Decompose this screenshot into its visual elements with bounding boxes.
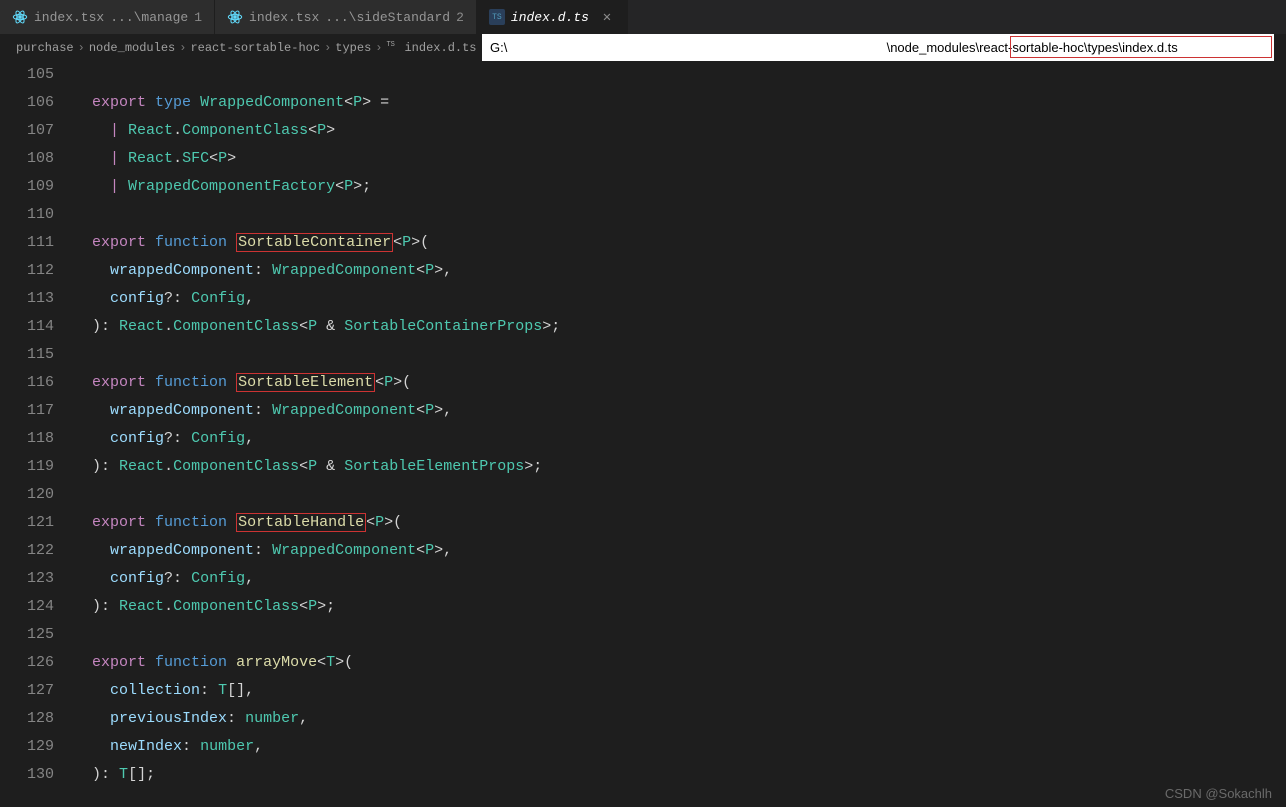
code-line (74, 61, 1286, 89)
chevron-right-icon: › (324, 41, 331, 55)
code-line: wrappedComponent: WrappedComponent<P>, (74, 257, 1286, 285)
crumb-node-modules[interactable]: node_modules (89, 41, 175, 55)
line-number: 127 (0, 677, 54, 705)
crumb-file[interactable]: index.d.ts (404, 41, 476, 55)
line-number: 116 (0, 369, 54, 397)
tab-index-sidestandard[interactable]: index.tsx ...\sideStandard 2 (215, 0, 477, 34)
code-line (74, 201, 1286, 229)
code-line: config?: Config, (74, 285, 1286, 313)
tab-label: index.d.ts (511, 10, 589, 25)
line-number: 111 (0, 229, 54, 257)
tab-index-manage[interactable]: index.tsx ...\manage 1 (0, 0, 215, 34)
code-line: ): T[]; (74, 761, 1286, 789)
code-line: collection: T[], (74, 677, 1286, 705)
code-line (74, 481, 1286, 509)
code-area[interactable]: export type WrappedComponent<P> = | Reac… (74, 61, 1286, 807)
chevron-right-icon: › (375, 41, 382, 55)
code-line: newIndex: number, (74, 733, 1286, 761)
code-line: | WrappedComponentFactory<P>; (74, 173, 1286, 201)
tabs-bar: index.tsx ...\manage 1 index.tsx ...\sid… (0, 0, 1286, 35)
line-number: 126 (0, 649, 54, 677)
tab-badge: 1 (194, 10, 202, 25)
code-line: | React.SFC<P> (74, 145, 1286, 173)
react-icon (227, 9, 243, 25)
line-number: 110 (0, 201, 54, 229)
line-number: 112 (0, 257, 54, 285)
sortable-element-highlight: SortableElement (236, 373, 375, 392)
line-number: 124 (0, 593, 54, 621)
ts-icon: TS (386, 41, 400, 55)
ts-icon: TS (489, 9, 505, 25)
tab-suffix: ...\manage (110, 10, 188, 25)
line-number: 115 (0, 341, 54, 369)
crumb-purchase[interactable]: purchase (16, 41, 74, 55)
code-line: | React.ComponentClass<P> (74, 117, 1286, 145)
code-line: export function arrayMove<T>( (74, 649, 1286, 677)
gutter: 105 106 107 108 109 110 111 112 113 114 … (0, 61, 74, 807)
code-line: wrappedComponent: WrappedComponent<P>, (74, 397, 1286, 425)
tab-index-d-ts[interactable]: TS index.d.ts ✕ (477, 0, 628, 34)
react-icon (12, 9, 28, 25)
tab-suffix: ...\sideStandard (325, 10, 450, 25)
code-line: config?: Config, (74, 565, 1286, 593)
line-number: 105 (0, 61, 54, 89)
tab-badge: 2 (456, 10, 464, 25)
breadcrumb: purchase › node_modules › react-sortable… (0, 41, 521, 55)
line-number: 123 (0, 565, 54, 593)
code-line: export function SortableContainer<P>( (74, 229, 1286, 257)
chevron-right-icon: › (179, 41, 186, 55)
tab-label: index.tsx (249, 10, 319, 25)
watermark: CSDN @Sokachlh (1165, 786, 1272, 801)
line-number: 118 (0, 425, 54, 453)
path-input[interactable] (482, 34, 1274, 61)
line-number: 125 (0, 621, 54, 649)
crumb-react-sortable-hoc[interactable]: react-sortable-hoc (190, 41, 320, 55)
line-number: 128 (0, 705, 54, 733)
code-line: ): React.ComponentClass<P & SortableCont… (74, 313, 1286, 341)
line-number: 108 (0, 145, 54, 173)
line-number: 106 (0, 89, 54, 117)
code-line: export type WrappedComponent<P> = (74, 89, 1286, 117)
sortable-handle-highlight: SortableHandle (236, 513, 366, 532)
line-number: 119 (0, 453, 54, 481)
line-number: 120 (0, 481, 54, 509)
line-number: 117 (0, 397, 54, 425)
breadcrumb-row: purchase › node_modules › react-sortable… (0, 35, 1286, 61)
sortable-container-highlight: SortableContainer (236, 233, 393, 252)
line-number: 113 (0, 285, 54, 313)
code-line: export function SortableHandle<P>( (74, 509, 1286, 537)
code-line: wrappedComponent: WrappedComponent<P>, (74, 537, 1286, 565)
line-number: 129 (0, 733, 54, 761)
code-line: export function SortableElement<P>( (74, 369, 1286, 397)
tab-label: index.tsx (34, 10, 104, 25)
editor[interactable]: 105 106 107 108 109 110 111 112 113 114 … (0, 61, 1286, 807)
line-number: 109 (0, 173, 54, 201)
chevron-right-icon: › (78, 41, 85, 55)
line-number: 121 (0, 509, 54, 537)
close-icon[interactable]: ✕ (599, 9, 615, 25)
code-line: previousIndex: number, (74, 705, 1286, 733)
code-line: config?: Config, (74, 425, 1286, 453)
line-number: 114 (0, 313, 54, 341)
path-input-wrap (482, 34, 1274, 61)
code-line: ): React.ComponentClass<P>; (74, 593, 1286, 621)
code-line (74, 621, 1286, 649)
line-number: 107 (0, 117, 54, 145)
code-line: ): React.ComponentClass<P & SortableElem… (74, 453, 1286, 481)
crumb-types[interactable]: types (335, 41, 371, 55)
code-line (74, 341, 1286, 369)
line-number: 122 (0, 537, 54, 565)
line-number: 130 (0, 761, 54, 789)
